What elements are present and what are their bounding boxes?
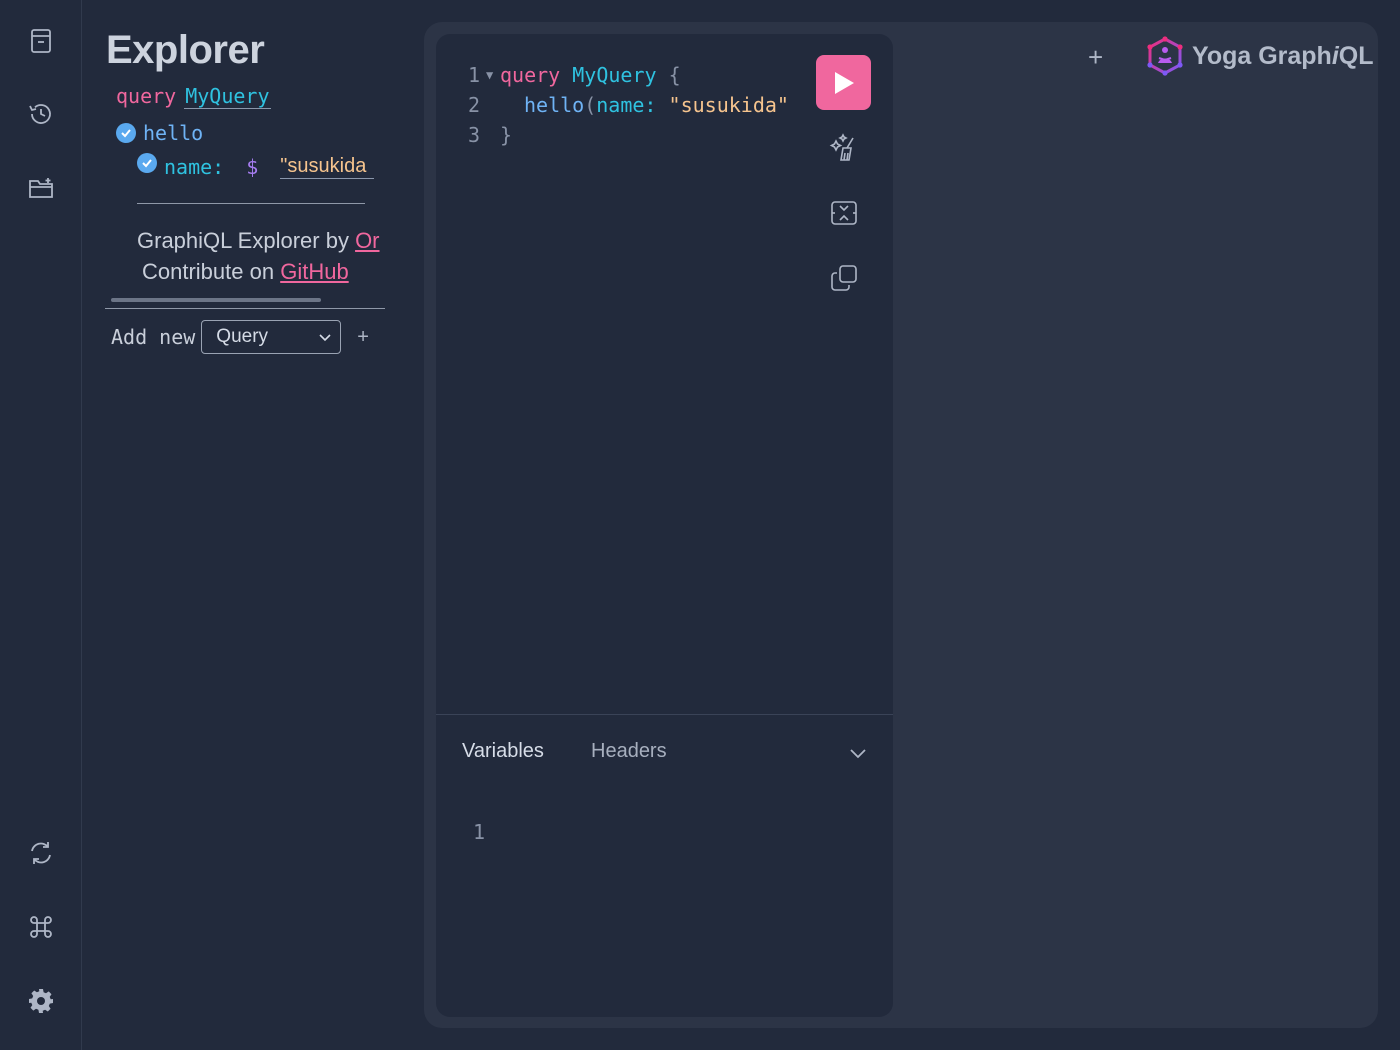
code-field: hello — [524, 93, 585, 117]
divider — [105, 308, 385, 309]
explorer-title: Explorer — [106, 28, 265, 72]
new-tab-button[interactable]: + — [1088, 42, 1103, 73]
editor-tools-panel: Variables Headers 1 — [436, 714, 893, 1017]
copy-query-button[interactable] — [824, 258, 864, 298]
operation-name-input[interactable]: MyQuery — [184, 84, 271, 109]
argument-name: name: — [164, 155, 225, 179]
github-link[interactable]: GitHub — [280, 259, 348, 284]
refetch-schema-icon[interactable] — [22, 834, 60, 872]
execute-query-button[interactable] — [816, 55, 871, 110]
chevron-down-icon[interactable] — [846, 741, 870, 765]
merge-fragments-button[interactable] — [824, 193, 864, 233]
code-line-2: 2 hello(name: "susukida" — [436, 90, 789, 120]
tab-variables[interactable]: Variables — [462, 740, 544, 763]
add-operation-button[interactable]: + — [357, 326, 369, 349]
code-line-3: 3 } — [436, 120, 512, 150]
code-keyword: query — [500, 63, 561, 87]
tab-headers[interactable]: Headers — [591, 740, 667, 763]
credit-line: GraphiQL Explorer by Or — [137, 228, 472, 254]
divider — [137, 203, 365, 204]
variables-line-number: 1 — [473, 820, 486, 844]
history-icon[interactable] — [22, 95, 60, 133]
copy-icon — [831, 265, 857, 291]
operation-keyword: query — [116, 84, 177, 108]
argument-row[interactable]: name: $ "susukida — [137, 153, 375, 179]
shortcuts-icon[interactable] — [22, 908, 60, 946]
prettify-button[interactable] — [824, 128, 864, 168]
add-new-row: Add new Query + — [111, 320, 369, 354]
credit-link[interactable]: Or — [355, 228, 379, 253]
field-name[interactable]: hello — [143, 121, 203, 145]
merge-icon — [831, 201, 857, 225]
query-editor[interactable]: 1 ▼ query MyQuery { 2 hello(name: "susuk… — [436, 34, 893, 1017]
settings-icon[interactable] — [22, 982, 60, 1020]
add-new-label: Add new — [111, 325, 196, 349]
checkbox-checked-icon[interactable] — [137, 153, 157, 173]
code-brace: { — [668, 63, 681, 87]
code-arg: name: — [596, 93, 657, 117]
variable-toggle[interactable]: $ — [246, 155, 258, 179]
code-string: "susukida" — [668, 93, 789, 117]
operation-type-select[interactable]: Query — [201, 320, 342, 354]
argument-value: susukida — [287, 155, 367, 177]
docs-icon[interactable] — [22, 22, 60, 60]
field-hello-row[interactable]: hello — [116, 121, 203, 145]
fold-arrow-icon[interactable]: ▼ — [486, 68, 500, 82]
horizontal-scrollbar[interactable] — [111, 298, 321, 302]
code-paren: ( — [584, 93, 597, 117]
brand-title: Yoga GraphiQL — [1192, 42, 1374, 70]
chevron-down-icon — [319, 334, 331, 342]
code-brace: } — [500, 123, 513, 147]
line-number: 3 — [467, 123, 480, 147]
explorer-folder-icon[interactable] — [22, 169, 60, 207]
sidebar-rail — [0, 0, 82, 1050]
explorer-panel: Explorer query MyQuery hello name: $ "sus… — [83, 0, 418, 1050]
credit-text: GraphiQL Explorer by — [137, 228, 356, 253]
line-number: 2 — [467, 93, 480, 117]
select-value: Query — [216, 326, 269, 347]
yoga-logo-icon — [1147, 36, 1183, 76]
code-line-1: 1 ▼ query MyQuery { — [436, 60, 681, 90]
operation-row: query MyQuery — [116, 84, 271, 109]
argument-value-input[interactable]: "susukida — [280, 155, 375, 179]
contribute-text: Contribute on — [142, 259, 281, 284]
code-operation-name: MyQuery — [572, 63, 657, 87]
checkbox-checked-icon[interactable] — [116, 123, 136, 143]
play-icon — [834, 71, 854, 94]
line-number: 1 — [467, 63, 480, 87]
prettify-icon — [829, 133, 854, 161]
